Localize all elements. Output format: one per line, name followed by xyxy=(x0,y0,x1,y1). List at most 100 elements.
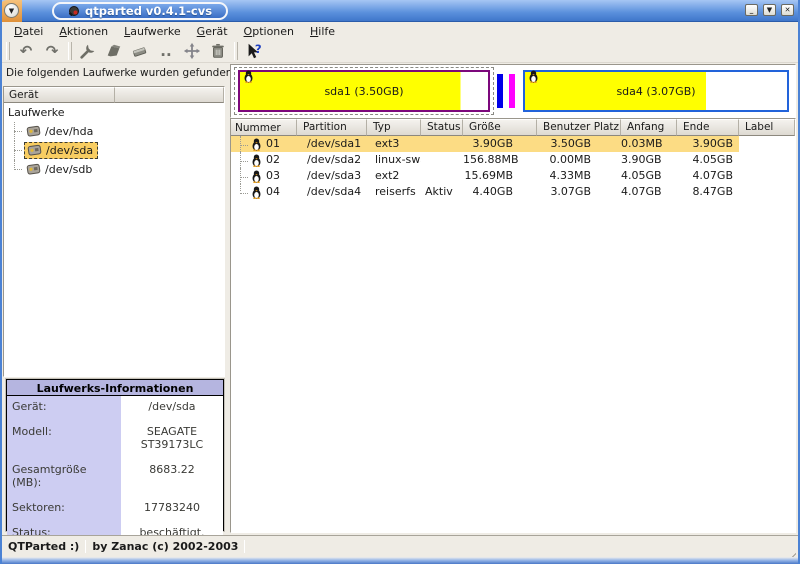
menu-aktionen[interactable]: Aktionen xyxy=(51,24,116,39)
tree-root-laufwerke[interactable]: Laufwerke xyxy=(4,103,224,122)
anfang-cell: 3.90GB xyxy=(621,152,677,168)
close-icon: ✕ xyxy=(785,6,791,14)
info-label-modell: Modell: xyxy=(7,421,121,459)
tree-item-dev-hda[interactable]: /dev/hda xyxy=(4,122,224,141)
partition-bar-label: sda1 (3.50GB) xyxy=(324,85,403,98)
col-header-partition[interactable]: Partition xyxy=(297,119,367,136)
status-cell xyxy=(421,136,463,152)
ende-cell: 8.47GB xyxy=(677,184,739,200)
typ-cell: linux-swap xyxy=(367,152,421,168)
col-header-anfang[interactable]: Anfang xyxy=(621,119,677,136)
menu-datei[interactable]: Datei xyxy=(6,24,51,39)
redo-icon: ↷ xyxy=(46,44,59,59)
undo-button[interactable]: ↶ xyxy=(14,41,38,62)
svg-text:?: ? xyxy=(255,42,262,56)
tux-icon xyxy=(528,70,539,83)
tux-icon xyxy=(251,186,262,199)
disk-drive-icon xyxy=(26,125,41,138)
shade-button[interactable]: ▼ xyxy=(763,4,776,16)
menu-geraet[interactable]: Gerät xyxy=(189,24,236,39)
partition-bar-sda3[interactable] xyxy=(509,74,515,108)
typ-cell: ext3 xyxy=(367,136,421,152)
benutzer-platz-cell: 3.50GB xyxy=(537,136,621,152)
drive-info-panel: Laufwerks-Informationen Gerät: /dev/sda … xyxy=(6,379,224,531)
tree-header-empty[interactable] xyxy=(115,87,224,103)
col-header-nummer[interactable]: Nummer xyxy=(231,119,297,136)
label-cell xyxy=(739,136,795,152)
tux-icon xyxy=(251,154,262,167)
tree-header-geraet[interactable]: Gerät xyxy=(4,87,115,103)
delete-button[interactable] xyxy=(206,41,230,62)
table-row-sda3[interactable]: 03 /dev/sda3 ext2 15.69MB 4.33MB 4.05GB … xyxy=(231,168,795,184)
partition-bar-sda2[interactable] xyxy=(497,74,503,108)
qtparted-window: ▼ qtparted v0.4.1-cvs _ ▼ ✕ Datei Aktion… xyxy=(0,0,800,564)
anfang-cell: 4.07GB xyxy=(621,184,677,200)
title-capsule[interactable]: qtparted v0.4.1-cvs xyxy=(52,2,228,20)
partition-bar-sda4[interactable]: sda4 (3.07GB) xyxy=(523,70,789,112)
toolbar-handle[interactable] xyxy=(68,42,72,60)
resize-button[interactable]: .. xyxy=(154,41,178,62)
tree-branch xyxy=(235,136,250,152)
toolbar-handle[interactable] xyxy=(234,42,238,60)
label-cell xyxy=(739,168,795,184)
statusbar: QTParted :) by Zanac (c) 2002-2003 xyxy=(2,535,798,557)
status-cell: Aktiv xyxy=(421,184,463,200)
partition-number: 03 xyxy=(266,168,280,184)
device-label: /dev/hda xyxy=(45,125,93,138)
tree-branch xyxy=(235,184,250,200)
minimize-button[interactable]: _ xyxy=(745,4,758,16)
col-header-typ[interactable]: Typ xyxy=(367,119,421,136)
label-cell xyxy=(739,184,795,200)
col-header-label[interactable]: Label xyxy=(739,119,795,136)
move-button[interactable] xyxy=(180,41,204,62)
menu-hilfe[interactable]: Hilfe xyxy=(302,24,343,39)
col-header-ende[interactable]: Ende xyxy=(677,119,739,136)
window-menu-button[interactable]: ▼ xyxy=(4,3,19,18)
shade-icon: ▼ xyxy=(767,6,772,14)
partition-table-header: Nummer Partition Typ Status Größe Benutz… xyxy=(231,119,795,136)
info-value-modell: SEAGATE ST39173LC xyxy=(121,421,223,459)
tree-item-dev-sda[interactable]: /dev/sda xyxy=(4,141,224,160)
partition-cell: /dev/sda2 xyxy=(297,152,367,168)
tree-item-dev-sdb[interactable]: /dev/sdb xyxy=(4,160,224,179)
groesse-cell: 4.40GB xyxy=(463,184,537,200)
groesse-cell: 156.88MB xyxy=(463,152,537,168)
table-row-sda4[interactable]: 04 /dev/sda4 reiserfs Aktiv 4.40GB 3.07G… xyxy=(231,184,795,200)
tux-icon xyxy=(251,138,262,151)
partition-number: 01 xyxy=(266,136,280,152)
menu-optionen[interactable]: Optionen xyxy=(236,24,302,39)
status-cell xyxy=(421,152,463,168)
table-row-sda1[interactable]: 01 /dev/sda1 ext3 3.90GB 3.50GB 0.03MB 3… xyxy=(231,136,795,152)
table-row-sda2[interactable]: 02 /dev/sda2 linux-swap 156.88MB 0.00MB … xyxy=(231,152,795,168)
statusbar-separator xyxy=(244,540,245,553)
col-header-status[interactable]: Status xyxy=(421,119,463,136)
toolbar-handle[interactable] xyxy=(6,42,10,60)
properties-button[interactable] xyxy=(76,41,100,62)
move-cross-icon xyxy=(183,42,201,60)
erase-button[interactable] xyxy=(128,41,152,62)
device-label: /dev/sdb xyxy=(45,163,92,176)
info-value-sektoren: 17783240 xyxy=(121,497,223,522)
device-tree-header: Gerät xyxy=(4,87,224,103)
menubar: Datei Aktionen Laufwerke Gerät Optionen … xyxy=(2,22,798,40)
resize-dots-icon: .. xyxy=(160,44,171,59)
ende-cell: 3.90GB xyxy=(677,136,739,152)
format-icon xyxy=(105,42,123,60)
wrench-icon xyxy=(79,42,97,60)
whats-this-button[interactable]: ? xyxy=(242,41,266,62)
close-button[interactable]: ✕ xyxy=(781,4,794,16)
found-devices-label: Die folgenden Laufwerke wurden gefunden: xyxy=(6,67,228,79)
tree-root-label: Laufwerke xyxy=(8,106,65,119)
benutzer-platz-cell: 4.33MB xyxy=(537,168,621,184)
tree-branch xyxy=(9,122,24,141)
info-value-gesamtgroesse: 8683.22 xyxy=(121,459,223,497)
titlebar[interactable]: ▼ qtparted v0.4.1-cvs _ ▼ ✕ xyxy=(0,0,800,22)
menu-laufwerke[interactable]: Laufwerke xyxy=(116,24,189,39)
partition-bar-sda1[interactable]: sda1 (3.50GB) xyxy=(238,70,490,112)
redo-button[interactable]: ↷ xyxy=(40,41,64,62)
disk-drive-icon xyxy=(26,163,41,176)
col-header-groesse[interactable]: Größe xyxy=(463,119,537,136)
col-header-benutzer-platz[interactable]: Benutzer Platz xyxy=(537,119,621,136)
tree-branch xyxy=(235,152,250,168)
format-button[interactable] xyxy=(102,41,126,62)
